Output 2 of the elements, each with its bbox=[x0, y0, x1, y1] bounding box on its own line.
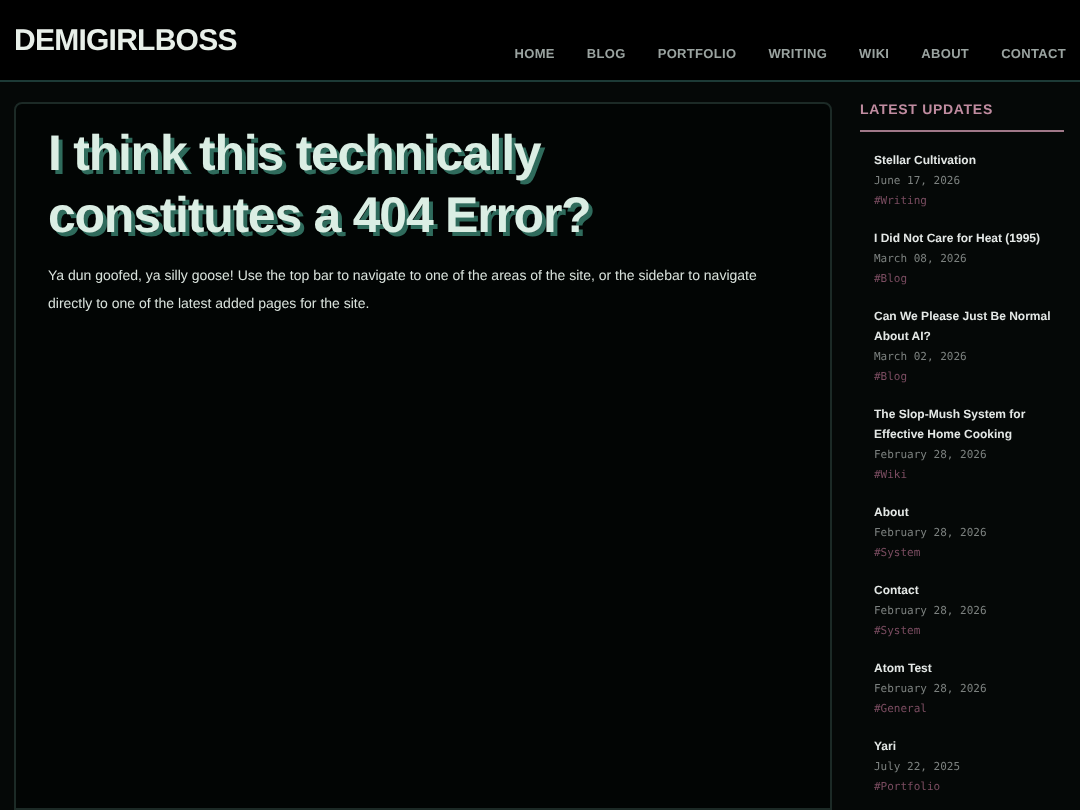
page-heading: I think this technically constitutes a 404 Error? bbox=[48, 123, 593, 247]
site-title[interactable]: DEMIGIRLBOSS bbox=[14, 20, 237, 65]
